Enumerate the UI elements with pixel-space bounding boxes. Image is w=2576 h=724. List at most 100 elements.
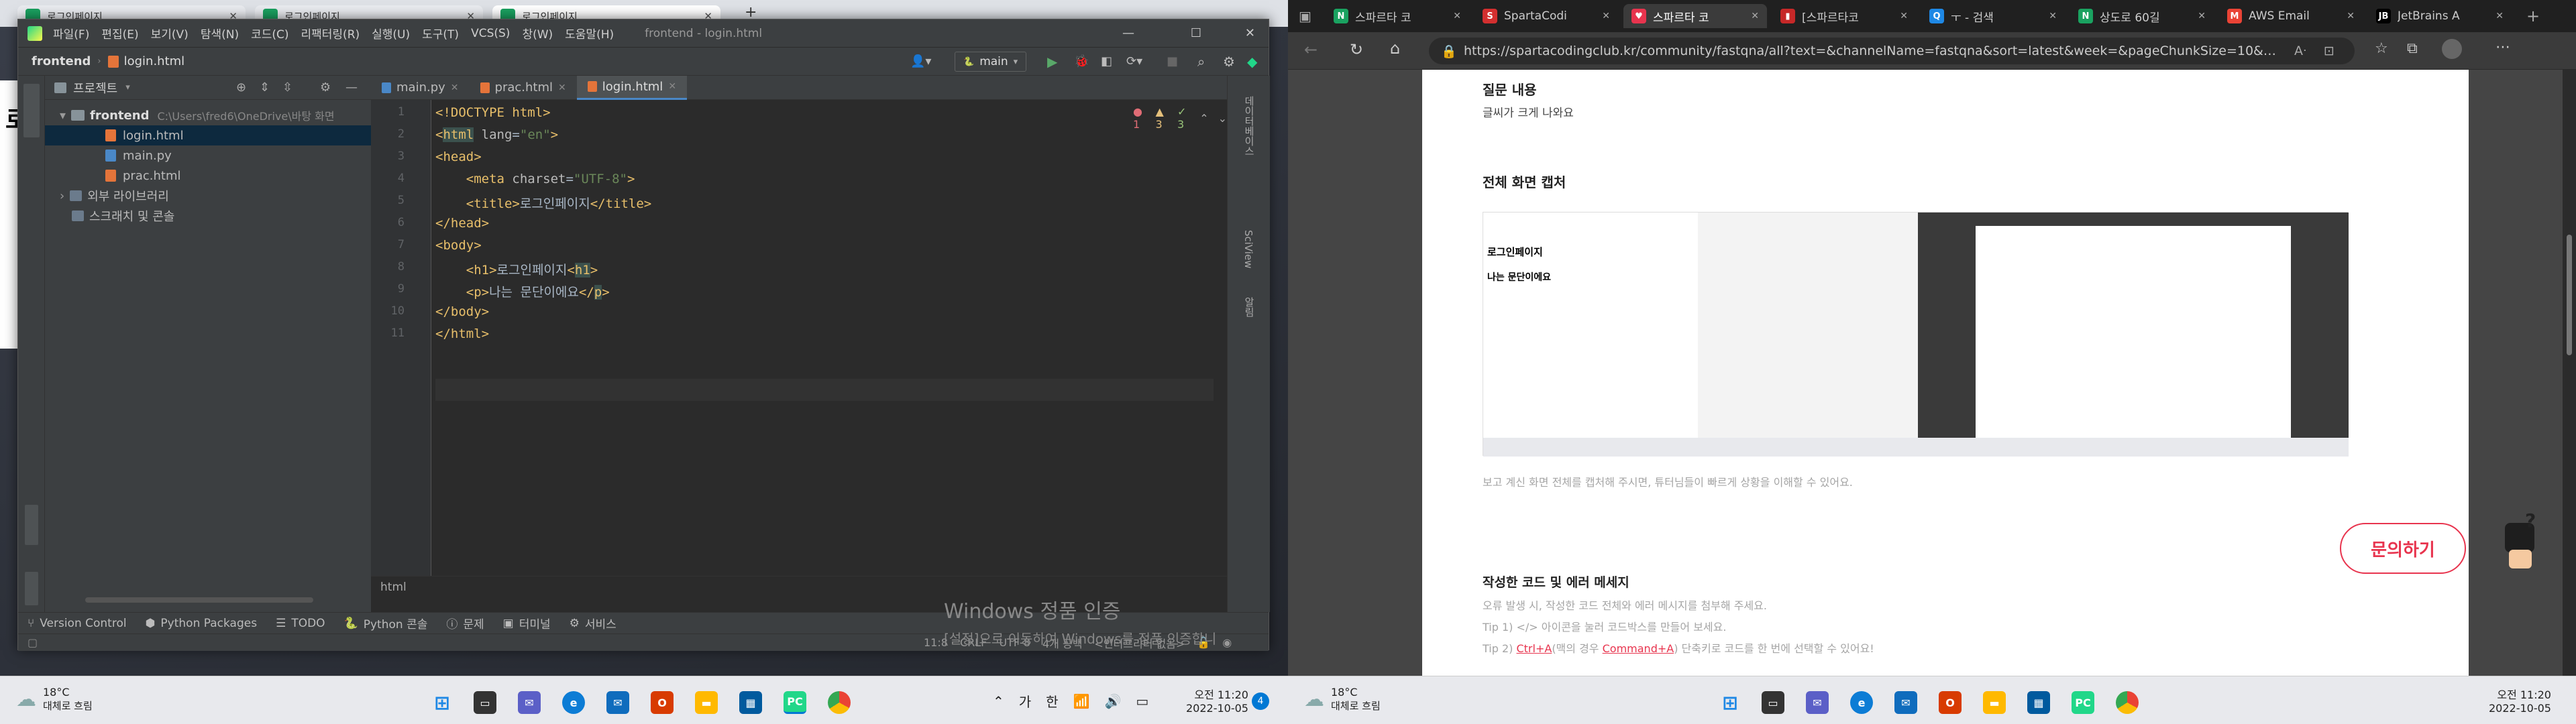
debug-icon[interactable]: 🐞 [1074, 54, 1089, 68]
tab-actions-icon[interactable]: ▣ [1299, 8, 1311, 24]
project-panel-title[interactable]: 프로젝트 [73, 79, 117, 97]
hide-panel-icon[interactable]: — [345, 80, 358, 95]
close-icon[interactable]: ✕ [2049, 11, 2057, 21]
store-icon[interactable]: ▦ [739, 691, 762, 714]
structure-tool-tab[interactable] [25, 505, 38, 545]
close-icon[interactable]: ✕ [2198, 11, 2206, 21]
menu-code[interactable]: 코드(C) [251, 25, 288, 42]
home-icon[interactable]: ⌂ [1390, 39, 1400, 58]
panel-toggle-icon[interactable]: ▢ [28, 636, 38, 649]
app-available-icon[interactable]: ⊡ [2324, 44, 2334, 58]
tool-terminal[interactable]: ▣ 터미널 [503, 615, 551, 632]
menu-refactor[interactable]: 리팩터링(R) [301, 25, 360, 42]
code-area[interactable]: <!DOCTYPE html> <html lang="en"> <head> <m… [435, 100, 1227, 576]
tool-version-control[interactable]: ⑂ Version Control [28, 617, 127, 630]
expand-all-icon[interactable]: ⇕ [260, 80, 270, 95]
browser-tab[interactable]: Q ㅜ - 검색 ✕ [1921, 4, 2065, 28]
options-gear-icon[interactable]: ⚙ [320, 80, 331, 95]
branch-selector[interactable]: 🐍 main ▾ [955, 52, 1027, 72]
close-icon[interactable]: ✕ [1453, 11, 1461, 21]
mail-icon[interactable]: ✉ [606, 691, 629, 714]
start-icon[interactable]: ⊞ [431, 691, 453, 714]
horizontal-scrollbar[interactable] [85, 597, 313, 603]
search-icon[interactable]: ⌕ [1197, 54, 1205, 70]
browser-tab[interactable]: JB JetBrains A ✕ [2368, 4, 2512, 28]
collapse-all-icon[interactable]: ⇳ [282, 80, 292, 95]
menu-vcs[interactable]: VCS(S) [471, 27, 510, 40]
tree-item-main-py[interactable]: main.py [45, 145, 371, 166]
inspection-widget[interactable]: ● 1 ▲ 3 ✓ 3 ⌃ ⌄ [1133, 105, 1227, 131]
edge-icon[interactable]: e [1850, 691, 1873, 714]
tab-main-py[interactable]: main.py ✕ [371, 76, 470, 100]
attached-screenshot[interactable]: 로그인페이지 나는 문단이에요 [1483, 212, 2349, 457]
office-icon[interactable]: O [651, 691, 674, 714]
chevron-up-icon[interactable]: ⌃ [1199, 112, 1208, 125]
pycharm-taskbar-icon[interactable]: PC [784, 691, 806, 714]
edge-icon[interactable]: e [562, 691, 585, 714]
battery-icon[interactable]: ▭ [1136, 693, 1148, 709]
user-icon[interactable]: 👤▾ [910, 54, 931, 68]
notification-badge[interactable]: 4 [1252, 692, 1269, 710]
breadcrumb-item[interactable]: html [380, 581, 407, 594]
close-icon[interactable]: ✕ [1900, 11, 1908, 21]
chevron-right-icon[interactable]: › [60, 189, 64, 203]
minimize-icon[interactable]: — [1122, 26, 1134, 40]
project-tool-tab[interactable] [23, 84, 40, 137]
file-explorer-icon[interactable]: ▬ [695, 691, 718, 714]
task-view-icon[interactable]: ▭ [474, 691, 496, 714]
teams-chat-icon[interactable]: ✉ [518, 691, 541, 714]
menu-view[interactable]: 보기(V) [151, 25, 189, 42]
locate-icon[interactable]: ⊕ [236, 80, 246, 95]
sciview-tool-tab[interactable]: SciView [1242, 230, 1254, 269]
browser-tab[interactable]: S SpartaCodi ✕ [1474, 4, 1618, 28]
close-icon[interactable]: ✕ [1245, 26, 1255, 40]
notifications-tool-tab[interactable]: 알림 [1242, 297, 1256, 317]
chevron-down-icon[interactable]: ⌄ [1218, 112, 1227, 125]
profile-icon[interactable]: ⟳▾ [1126, 54, 1142, 68]
read-aloud-icon[interactable]: Aᐧ [2294, 44, 2306, 58]
close-icon[interactable]: ✕ [2347, 11, 2355, 21]
browser-tab[interactable]: N 상도로 60길 ✕ [2070, 4, 2214, 28]
close-icon[interactable]: ✕ [451, 82, 459, 93]
tool-services[interactable]: ⚙ 서비스 [570, 615, 616, 632]
mascot-icon[interactable]: ? [2496, 509, 2542, 570]
close-icon[interactable]: ✕ [2496, 11, 2504, 21]
close-icon[interactable]: ✕ [668, 81, 676, 92]
tool-problems[interactable]: ⓘ 문제 [446, 615, 484, 631]
mail-icon[interactable]: ✉ [1894, 691, 1917, 714]
coverage-icon[interactable]: ◧ [1101, 54, 1112, 68]
menu-edit[interactable]: 편집(E) [101, 25, 138, 42]
close-icon[interactable]: ✕ [1751, 11, 1759, 21]
menu-navigate[interactable]: 탐색(N) [201, 25, 239, 42]
ime-lang[interactable]: 한 [1046, 691, 1058, 711]
tree-item-scratches[interactable]: 스크래치 및 콘솔 [45, 206, 371, 226]
ime-mode[interactable]: 가 [1019, 691, 1031, 711]
refresh-icon[interactable]: ↻ [1350, 40, 1363, 59]
clock[interactable]: 오전 11:20 2022-10-05 [2489, 686, 2551, 715]
start-icon[interactable]: ⊞ [1719, 691, 1741, 714]
maximize-icon[interactable]: ☐ [1191, 26, 1201, 40]
back-icon[interactable]: ← [1304, 40, 1318, 59]
chrome-icon[interactable] [2116, 691, 2139, 714]
tab-prac-html[interactable]: prac.html ✕ [470, 76, 577, 100]
favorites-icon[interactable]: ☆ [2375, 40, 2388, 57]
more-icon[interactable]: ⋯ [2496, 39, 2510, 56]
menu-tools[interactable]: 도구(T) [422, 25, 459, 42]
weather-widget[interactable]: ☁ 18°C 대체로 흐림 [16, 686, 93, 713]
browser-tab[interactable]: N 스파르타 코 ✕ [1326, 4, 1469, 28]
tree-item-prac-html[interactable]: prac.html [45, 166, 371, 186]
chevron-down-icon[interactable]: ▾ [125, 82, 130, 93]
scrollbar-thumb[interactable] [2567, 235, 2572, 355]
tool-python-packages[interactable]: ⬢ Python Packages [146, 617, 258, 630]
tool-todo[interactable]: ☰ TODO [276, 617, 325, 630]
store-icon[interactable]: ▦ [2027, 691, 2050, 714]
chevron-down-icon[interactable]: ▾ [60, 109, 66, 123]
ask-button[interactable]: 문의하기 [2340, 523, 2466, 574]
database-tool-tab[interactable]: 데이터베이스 [1242, 96, 1256, 156]
browser-tab[interactable]: M AWS Email ✕ [2219, 4, 2363, 28]
pycharm-taskbar-icon[interactable]: PC [2072, 691, 2094, 714]
close-icon[interactable]: ✕ [1602, 11, 1610, 21]
volume-icon[interactable]: 🔊 [1104, 693, 1121, 709]
tab-login-html[interactable]: login.html ✕ [576, 75, 688, 100]
url-input[interactable]: 🔒 https://spartacodingclub.kr/community/… [1429, 38, 2355, 64]
